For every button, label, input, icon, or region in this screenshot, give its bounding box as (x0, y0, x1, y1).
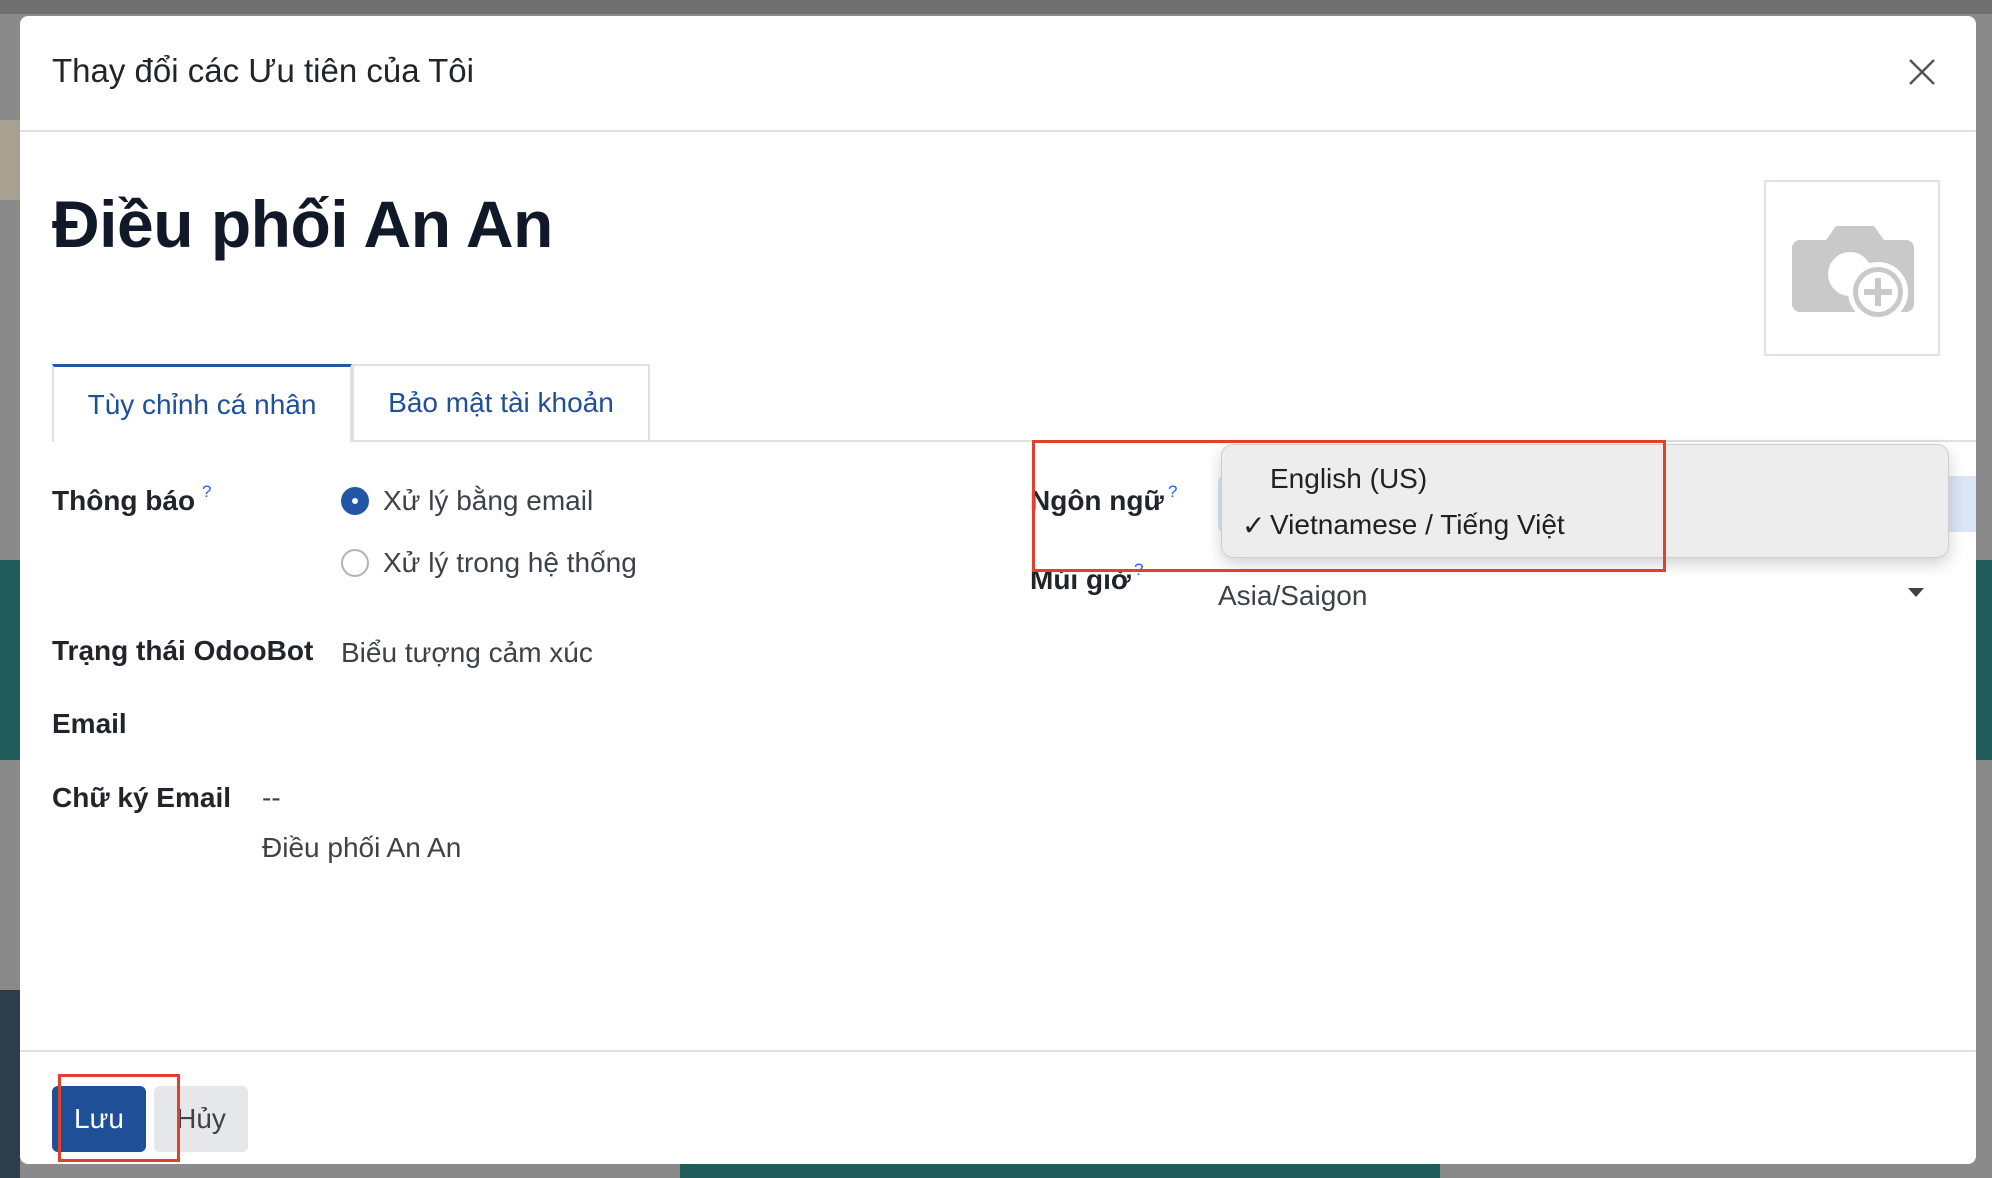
signature-line: -- (262, 782, 281, 813)
signature-editor[interactable]: -- Điều phối An An (262, 782, 962, 892)
tabs: Tùy chỉnh cá nhân Bảo mật tài khoản (52, 364, 1976, 442)
language-dropdown-menu: English (US) ✓ Vietnamese / Tiếng Việt (1221, 444, 1949, 558)
background-panel (0, 990, 20, 1178)
notification-help-tooltip[interactable]: ? (202, 482, 211, 502)
language-option-vietnamese[interactable]: ✓ Vietnamese / Tiếng Việt (1242, 509, 1565, 541)
language-help-tooltip[interactable]: ? (1168, 482, 1177, 502)
avatar-upload[interactable] (1764, 180, 1940, 356)
timezone-help-tooltip[interactable]: ? (1134, 560, 1143, 580)
signature-label: Chữ ký Email (52, 782, 232, 813)
checkmark-icon: ✓ (1242, 510, 1266, 541)
notification-label: Thông báo (52, 485, 196, 516)
radio-label: Xử lý trong hệ thống (383, 547, 637, 578)
modal-footer: Lưu Hủy (20, 1050, 1976, 1164)
record-name: Điều phối An An (52, 187, 553, 261)
camera-add-icon (1792, 226, 1914, 322)
option-label: English (US) (1270, 463, 1428, 494)
timezone-select[interactable]: Asia/Saigon (1218, 568, 1976, 625)
tab-account-security[interactable]: Bảo mật tài khoản (352, 364, 650, 440)
odoobot-status-label: Trạng thái OdooBot (52, 635, 314, 666)
timezone-label: Múi giờ (1030, 564, 1131, 595)
chevron-down-icon (1908, 588, 1924, 597)
radio-checked-icon (341, 487, 369, 515)
background-panel (0, 560, 20, 760)
close-button[interactable] (1902, 52, 1942, 92)
option-label: Vietnamese / Tiếng Việt (1270, 509, 1565, 540)
background-panel (0, 120, 20, 200)
background-panel (680, 1164, 1440, 1178)
timezone-value: Asia/Saigon (1218, 580, 1368, 611)
signature-line: Điều phối An An (262, 832, 462, 863)
language-label: Ngôn ngữ (1030, 485, 1164, 516)
save-button[interactable]: Lưu (52, 1086, 146, 1152)
radio-handle-by-email[interactable]: Xử lý bằng email (341, 485, 593, 517)
email-field[interactable] (341, 708, 941, 744)
tab-personal-preferences[interactable]: Tùy chỉnh cá nhân (52, 364, 352, 442)
cancel-button[interactable]: Hủy (154, 1086, 248, 1152)
radio-handle-in-system[interactable]: Xử lý trong hệ thống (341, 547, 637, 579)
modal-title: Thay đổi các Ưu tiên của Tôi (52, 52, 474, 89)
modal-header: Thay đổi các Ưu tiên của Tôi (20, 16, 1976, 132)
radio-label: Xử lý bằng email (383, 485, 594, 516)
radio-unchecked-icon (341, 549, 369, 577)
email-label: Email (52, 708, 127, 739)
close-icon (1909, 59, 1935, 85)
background-topbar (0, 0, 1992, 14)
odoobot-status-select[interactable]: Biểu tượng cảm xúc (341, 637, 593, 669)
preferences-modal: Thay đổi các Ưu tiên của Tôi Điều phối A… (20, 16, 1976, 1164)
language-option-english[interactable]: English (US) (1270, 463, 1427, 495)
